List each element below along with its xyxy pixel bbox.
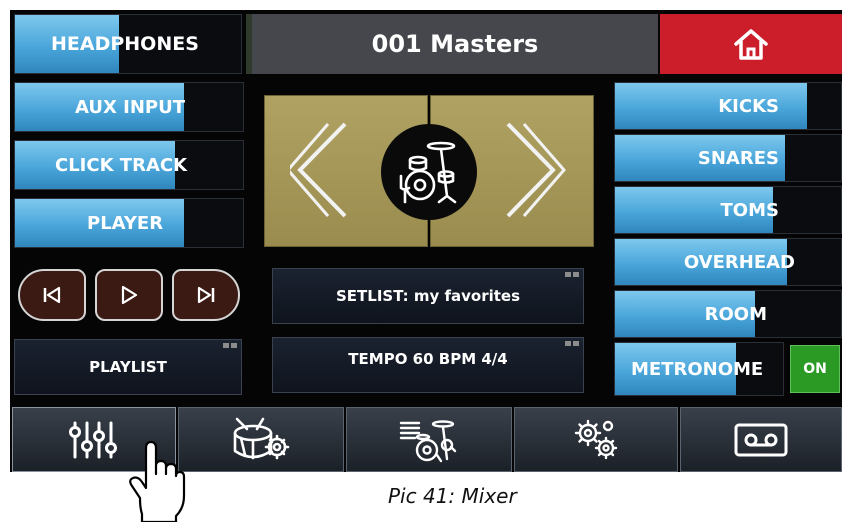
kicks-fader[interactable]: KICKS	[614, 82, 842, 130]
room-fader[interactable]: ROOM	[614, 290, 842, 338]
overhead-fader[interactable]: OVERHEAD	[614, 238, 842, 286]
click-track-label: CLICK TRACK	[55, 154, 188, 176]
kit-name: 001 Masters	[371, 30, 539, 58]
drum-gear-icon	[233, 417, 290, 459]
previous-button[interactable]	[18, 269, 86, 321]
click-track-fader[interactable]: CLICK TRACK	[14, 140, 244, 190]
tab-drum-settings[interactable]	[178, 407, 344, 472]
toms-fader[interactable]: TOMS	[614, 186, 842, 234]
metronome-toggle-label: ON	[803, 361, 827, 377]
kicks-label: KICKS	[718, 95, 779, 117]
tab-recorder[interactable]	[680, 407, 842, 472]
device-screen: HEADPHONES 001 Masters AUX INPUT CLICK T…	[10, 10, 842, 472]
snares-fader[interactable]: SNARES	[614, 134, 842, 182]
toms-label: TOMS	[720, 199, 779, 221]
sliders-icon	[69, 421, 117, 458]
playlist-button[interactable]: PLAYLIST	[14, 339, 242, 395]
playlist-label: PLAYLIST	[89, 358, 167, 376]
player-fader[interactable]: PLAYER	[14, 198, 244, 248]
next-button[interactable]	[172, 269, 240, 321]
drum-kit-icon	[399, 141, 457, 204]
metronome-fader[interactable]: METRONOME	[614, 342, 784, 396]
pointer-hand-icon	[129, 440, 186, 522]
setlist-label: SETLIST: my favorites	[335, 287, 521, 305]
aux-input-label: AUX INPUT	[75, 96, 185, 118]
home-button[interactable]	[660, 14, 842, 74]
skip-next-icon	[197, 286, 215, 304]
headphones-fader[interactable]: HEADPHONES	[14, 14, 242, 74]
player-label: PLAYER	[87, 212, 164, 234]
tempo-button[interactable]: TEMPO 60 BPM 4/4	[272, 337, 584, 393]
room-label: ROOM	[704, 303, 767, 325]
metronome-label: METRONOME	[631, 358, 764, 380]
figure-caption: Pic 41: Mixer	[388, 484, 517, 508]
chevron-left-icon	[290, 122, 347, 218]
play-icon	[121, 285, 138, 305]
overhead-label: OVERHEAD	[683, 251, 795, 273]
chevron-right-icon	[506, 122, 566, 218]
home-icon	[734, 29, 768, 60]
kit-name-bar: 001 Masters	[246, 14, 658, 74]
tab-settings[interactable]	[514, 407, 678, 472]
gears-icon	[574, 419, 618, 459]
tab-kit-settings[interactable]	[346, 407, 512, 472]
drumkit-gear-icon	[399, 419, 457, 462]
tempo-label: TEMPO 60 BPM 4/4	[348, 350, 508, 368]
aux-input-fader[interactable]: AUX INPUT	[14, 82, 244, 132]
cassette-icon	[734, 423, 788, 456]
play-button[interactable]	[95, 269, 163, 321]
headphones-label: HEADPHONES	[51, 33, 199, 55]
skip-previous-icon	[43, 286, 61, 304]
snares-label: SNARES	[697, 147, 779, 169]
setlist-button[interactable]: SETLIST: my favorites	[272, 268, 584, 324]
metronome-toggle[interactable]: ON	[790, 345, 840, 393]
